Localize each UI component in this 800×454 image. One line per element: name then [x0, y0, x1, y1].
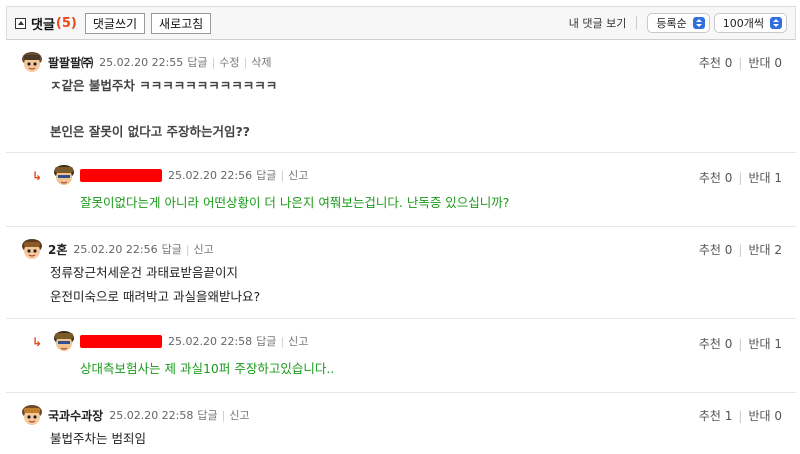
sort-select[interactable]: 등록순 [647, 13, 710, 33]
comment-list: 팔팔팔㈜ 25.02.20 22:55 답글 | 수정 | 삭제 추천 0 | … [6, 40, 796, 453]
comment-date: 25.02.20 22:56 [168, 168, 253, 182]
select-arrows-icon [770, 17, 782, 29]
oppose-count: 0 [774, 408, 782, 423]
comment-meta: 국과수과장 25.02.20 22:58 답글 | 신고 [20, 403, 250, 427]
oppose-count: 0 [774, 55, 782, 70]
avatar-icon [54, 331, 74, 351]
vote-counts: 추천 0 | 반대 2 [698, 241, 782, 258]
comment-toolbar: 댓글 (5) 댓글쓰기 새로고침 내 댓글 보기 등록순 100개씩 [6, 6, 796, 40]
comment-meta: 25.02.20 22:56 답글 | 신고 [52, 163, 308, 187]
comment-item: 2혼 25.02.20 22:56 답글 | 신고 추천 0 | 반대 2 정류… [6, 227, 796, 319]
oppose-label[interactable]: 반대 [748, 169, 770, 186]
oppose-label[interactable]: 반대 [748, 54, 770, 71]
vote-counts: 추천 0 | 반대 1 [698, 169, 782, 186]
comment-text-line: 운전미숙으로 때려박고 과실을왜받나요? [50, 289, 261, 304]
comment-date: 25.02.20 22:56 [73, 242, 158, 256]
edit-link[interactable]: 수정 [219, 54, 239, 70]
comment-text-line: 상대측보험사는 제 과실10퍼 주장하고있습니다.. [80, 361, 335, 376]
recommend-count: 0 [724, 242, 733, 257]
avatar-icon [22, 405, 42, 425]
comment-meta: 25.02.20 22:58 답글 | 신고 [52, 329, 308, 353]
sort-select-value: 등록순 [656, 17, 687, 30]
collapse-icon[interactable] [15, 17, 26, 29]
avatar-icon [54, 165, 74, 185]
nickname[interactable]: 팔팔팔㈜ [48, 54, 93, 71]
comment-text-line: 본인은 잘못이 없다고 주장하는거임?? [50, 124, 251, 139]
oppose-count: 1 [774, 336, 782, 351]
reply-link[interactable]: 답글 [256, 167, 276, 183]
divider [636, 16, 638, 30]
recommend-count: 0 [724, 170, 733, 185]
vote-counts: 추천 1 | 반대 0 [698, 407, 782, 424]
comment-text-line: 정류장근처세운건 과태료받음끝이지 [50, 265, 238, 280]
select-arrows-icon [692, 17, 705, 29]
oppose-label[interactable]: 반대 [748, 335, 770, 352]
comment-item: 국과수과장 25.02.20 22:58 답글 | 신고 추천 1 | 반대 0… [6, 393, 796, 453]
recommend-count: 0 [724, 336, 733, 351]
nickname[interactable]: 국과수과장 [48, 407, 103, 424]
comment-date: 25.02.20 22:55 [99, 55, 184, 69]
recommend-label[interactable]: 추천 [699, 241, 721, 258]
oppose-label[interactable]: 반대 [748, 241, 770, 258]
recommend-label[interactable]: 추천 [699, 407, 721, 424]
per-page-select-value: 100개씩 [722, 17, 764, 30]
oppose-label[interactable]: 반대 [748, 407, 770, 424]
reply-link[interactable]: 답글 [197, 407, 217, 423]
comment-meta: 팔팔팔㈜ 25.02.20 22:55 답글 | 수정 | 삭제 [20, 50, 272, 74]
reply-item: ↳ 25.02.20 22:56 답글 | 신고 추천 0 | 반대 1 잘못이… [6, 153, 796, 227]
avatar-icon [22, 239, 42, 259]
refresh-button[interactable]: 새로고침 [151, 12, 212, 34]
redacted-nickname [80, 168, 162, 182]
comment-text-line: 잘못이없다는게 아니라 어떤상황이 더 나은지 여쭤보는겁니다. 난독증 있으십… [80, 195, 510, 210]
recommend-label[interactable]: 추천 [699, 335, 721, 352]
recommend-label[interactable]: 추천 [699, 169, 721, 186]
comment-item: 팔팔팔㈜ 25.02.20 22:55 답글 | 수정 | 삭제 추천 0 | … [6, 40, 796, 153]
oppose-count: 1 [774, 170, 782, 185]
vote-counts: 추천 0 | 반대 1 [698, 335, 782, 352]
comment-date: 25.02.20 22:58 [109, 408, 194, 422]
avatar-icon [22, 52, 42, 72]
redacted-nickname [80, 334, 162, 348]
comment-text-line: 불법주차는 범죄임 [50, 431, 146, 446]
report-link[interactable]: 신고 [194, 241, 214, 257]
reply-link[interactable]: 답글 [162, 241, 182, 257]
comment-header[interactable]: 댓글 (5) [15, 14, 77, 33]
reply-link[interactable]: 답글 [256, 333, 276, 349]
comment-text-line: ㅈ같은 불법주차 ㅋㅋㅋㅋㅋㅋㅋㅋㅋㅋㅋㅋ [50, 78, 278, 93]
vote-counts: 추천 0 | 반대 0 [698, 54, 782, 71]
reply-item: ↳ 25.02.20 22:58 답글 | 신고 추천 0 | 반대 1 상대측… [6, 319, 796, 393]
my-comments-link[interactable]: 내 댓글 보기 [569, 15, 627, 31]
oppose-count: 2 [774, 242, 782, 257]
report-link[interactable]: 신고 [288, 333, 308, 349]
comment-title: 댓글 [31, 17, 55, 33]
recommend-label[interactable]: 추천 [699, 54, 721, 71]
recommend-count: 1 [724, 408, 733, 423]
reply-arrow-icon: ↳ [32, 169, 43, 183]
comment-meta: 2혼 25.02.20 22:56 답글 | 신고 [20, 237, 214, 261]
report-link[interactable]: 신고 [229, 407, 249, 423]
comment-count: (5) [55, 15, 77, 31]
write-comment-button[interactable]: 댓글쓰기 [84, 12, 146, 34]
comment-date: 25.02.20 22:58 [168, 334, 253, 348]
recommend-count: 0 [724, 55, 733, 70]
reply-arrow-icon: ↳ [32, 335, 43, 349]
report-link[interactable]: 신고 [288, 167, 308, 183]
nickname[interactable]: 2혼 [48, 241, 67, 258]
delete-link[interactable]: 삭제 [251, 54, 271, 70]
per-page-select[interactable]: 100개씩 [713, 13, 787, 33]
reply-link[interactable]: 답글 [187, 54, 207, 70]
